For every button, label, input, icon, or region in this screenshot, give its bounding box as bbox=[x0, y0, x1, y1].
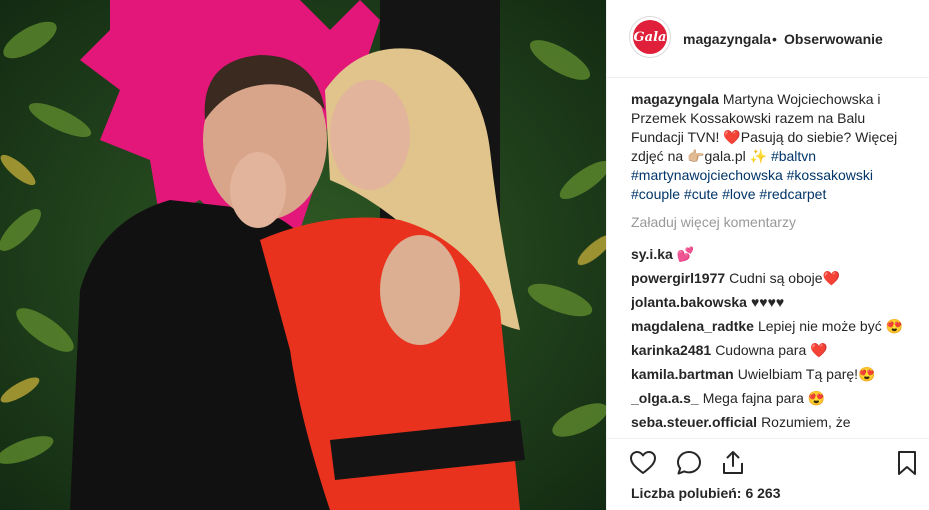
load-more-comments-button[interactable]: Załaduj więcej komentarzy bbox=[631, 214, 916, 236]
bookmark-icon[interactable] bbox=[893, 449, 921, 477]
comment-item: karinka2481 Cudowna para ❤️ bbox=[631, 338, 916, 362]
comment-text: 💕 bbox=[676, 246, 695, 262]
speech-bubble-icon[interactable] bbox=[675, 449, 703, 477]
comment-item: kamila.bartman Uwielbiam Tą parę!😍 bbox=[631, 362, 916, 386]
likes-number: 6 263 bbox=[745, 485, 781, 501]
comment-username[interactable]: karinka2481 bbox=[631, 342, 711, 358]
comment-text: Lepiej nie może być 😍 bbox=[757, 318, 904, 334]
action-bar: Liczba polubień: 6 263 bbox=[607, 438, 929, 510]
share-upload-icon[interactable] bbox=[719, 449, 747, 477]
comment-list: sy.i.ka 💕 powergirl1977 Cudni są oboje❤️ j… bbox=[631, 242, 916, 434]
comment-text: ♥♥♥♥ bbox=[750, 294, 785, 310]
post-caption: magazyngala Martyna Wojciechowska i Prze… bbox=[631, 90, 916, 204]
comment-text: Cudni są oboje❤️ bbox=[729, 270, 840, 286]
comment-item: seba.steuer.official Rozumiem, że bbox=[631, 410, 916, 434]
comment-username[interactable]: sy.i.ka bbox=[631, 246, 673, 262]
comment-item: sy.i.ka 💕 bbox=[631, 242, 916, 266]
comment-username[interactable]: kamila.bartman bbox=[631, 366, 734, 382]
header-username[interactable]: magazyngala bbox=[683, 31, 771, 47]
post-header: Gala magazyngala • Obserwowanie bbox=[607, 0, 929, 78]
header-separator: • bbox=[772, 31, 777, 47]
heart-outline-icon[interactable] bbox=[629, 449, 657, 477]
likes-label: Liczba polubień: bbox=[631, 485, 742, 501]
comment-item: magdalena_radtke Lepiej nie może być 😍 bbox=[631, 314, 916, 338]
comment-item: jolanta.bakowska ♥♥♥♥ bbox=[631, 290, 916, 314]
comment-username[interactable]: seba.steuer.official bbox=[631, 414, 757, 430]
follow-status-button[interactable]: Obserwowanie bbox=[784, 31, 883, 47]
likes-count[interactable]: Liczba polubień: 6 263 bbox=[631, 485, 781, 501]
comment-username[interactable]: powergirl1977 bbox=[631, 270, 725, 286]
post-side-panel: Gala magazyngala • Obserwowanie magazyng… bbox=[606, 0, 929, 510]
comment-item: powergirl1977 Cudni są oboje❤️ bbox=[631, 266, 916, 290]
photo-illustration bbox=[0, 0, 606, 510]
avatar-logo: Gala bbox=[633, 20, 667, 54]
comment-text: Cudowna para ❤️ bbox=[715, 342, 828, 358]
comment-text: Rozumiem, że bbox=[761, 414, 851, 430]
comment-text: Uwielbiam Tą parę!😍 bbox=[737, 366, 876, 382]
comment-username[interactable]: magdalena_radtke bbox=[631, 318, 754, 334]
comment-username[interactable]: _olga.a.s_ bbox=[631, 390, 699, 406]
instagram-post-window: Gala magazyngala • Obserwowanie magazyng… bbox=[0, 0, 929, 510]
comment-username[interactable]: jolanta.bakowska bbox=[631, 294, 747, 310]
post-photo[interactable] bbox=[0, 0, 606, 510]
comment-item: _olga.a.s_ Mega fajna para 😍 bbox=[631, 386, 916, 410]
comments-section[interactable]: magazyngala Martyna Wojciechowska i Prze… bbox=[631, 90, 916, 435]
caption-username[interactable]: magazyngala bbox=[631, 91, 719, 107]
comment-text: Mega fajna para 😍 bbox=[702, 390, 826, 406]
avatar[interactable]: Gala bbox=[629, 16, 671, 58]
